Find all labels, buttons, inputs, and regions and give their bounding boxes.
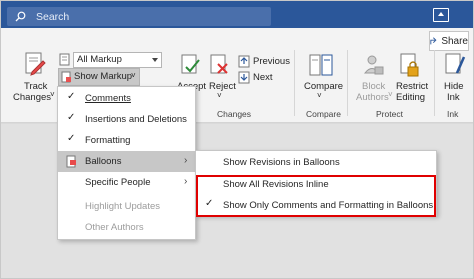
menu-item-label: Other Authors	[85, 222, 144, 233]
submenu-arrow-icon: ›	[184, 176, 188, 187]
markup-view-dropdown[interactable]: All Markup	[73, 52, 162, 68]
track-changes-label-1: Track	[24, 81, 48, 92]
compare-button-label: Compare	[304, 81, 344, 92]
ribbon-display-options-icon[interactable]	[433, 8, 449, 22]
menu-item-specific-people[interactable]: Specific People ›	[58, 172, 195, 193]
block-authors-label-2: Authors	[356, 92, 389, 103]
display-for-review-icon	[59, 53, 70, 66]
hide-ink-icon[interactable]	[444, 53, 466, 79]
menu-item-label: Balloons	[85, 156, 122, 167]
checkmark-icon: ✓	[67, 91, 76, 102]
reject-chevron-icon[interactable]: ˅	[217, 91, 222, 100]
compare-icon[interactable]	[308, 53, 334, 79]
menu-item-formatting[interactable]: ✓ Formatting	[58, 130, 195, 151]
show-markup-chevron-icon: ˅	[131, 71, 136, 80]
block-authors-icon[interactable]	[363, 53, 385, 79]
menu-item-insertions-deletions[interactable]: ✓ Insertions and Deletions	[58, 109, 195, 130]
restrict-editing-label-2: Editing	[396, 92, 426, 103]
track-changes-icon[interactable]	[23, 52, 47, 78]
share-icon	[430, 37, 437, 45]
show-markup-icon	[61, 71, 71, 83]
restrict-editing-icon[interactable]	[399, 53, 421, 79]
menu-item-other-authors: Other Authors	[58, 217, 195, 238]
search-icon	[15, 11, 26, 22]
highlight-annotation-box	[196, 175, 436, 217]
submenu-arrow-icon: ›	[184, 155, 188, 166]
menu-item-label: Formatting	[85, 135, 131, 146]
menu-item-label: Highlight Updates	[85, 201, 160, 212]
changes-group-label: Changes	[217, 109, 252, 119]
menu-item-balloons[interactable]: Balloons ›	[58, 151, 195, 172]
track-changes-chevron-icon[interactable]: ˅	[50, 90, 55, 99]
compare-chevron-icon[interactable]: ˅	[317, 91, 322, 100]
balloons-icon	[66, 155, 76, 168]
share-label: Share	[441, 35, 468, 47]
hide-ink-label-1: Hide	[444, 81, 464, 92]
markup-view-value: All Markup	[77, 54, 122, 65]
show-markup-label: Show Markup	[74, 71, 133, 82]
share-button[interactable]: Share	[429, 31, 469, 51]
search-box[interactable]: Search	[7, 7, 271, 26]
search-placeholder: Search	[36, 10, 70, 23]
block-authors-label-1: Block	[362, 81, 386, 92]
previous-icon[interactable]	[238, 55, 251, 68]
restrict-editing-label-1: Restrict	[396, 81, 429, 92]
menu-item-highlight-updates: Highlight Updates	[58, 196, 195, 217]
group-separator	[434, 50, 435, 116]
menu-item-label: Insertions and Deletions	[85, 114, 187, 125]
next-icon[interactable]	[238, 71, 251, 84]
show-markup-button[interactable]: Show Markup ˅	[58, 68, 140, 86]
compare-group-label: Compare	[306, 109, 341, 119]
dropdown-arrow-icon	[152, 58, 158, 62]
block-authors-chevron-icon: ˅	[388, 90, 393, 99]
title-bar: Search	[1, 1, 473, 28]
menu-item-label: Comments	[85, 93, 131, 104]
reject-label: Reject	[209, 81, 236, 92]
submenu-item-label: Show Revisions in Balloons	[223, 157, 340, 168]
checkmark-icon: ✓	[67, 133, 76, 144]
submenu-item-show-revisions-in-balloons[interactable]: Show Revisions in Balloons	[196, 152, 436, 173]
menu-item-label: Specific People	[85, 177, 151, 188]
show-markup-menu: ✓ Comments ✓ Insertions and Deletions ✓ …	[57, 86, 196, 240]
menu-item-comments[interactable]: ✓ Comments	[58, 88, 195, 109]
checkmark-icon: ✓	[67, 112, 76, 123]
track-changes-label-2: Changes	[13, 92, 52, 103]
accept-icon[interactable]	[180, 54, 202, 78]
group-separator	[347, 50, 348, 116]
protect-group-label: Protect	[376, 109, 403, 119]
group-separator	[294, 50, 295, 116]
hide-ink-label-2: Ink	[447, 92, 460, 103]
previous-label[interactable]: Previous	[253, 56, 290, 67]
ink-group-label: Ink	[447, 109, 459, 119]
reject-icon[interactable]	[209, 54, 231, 78]
next-label[interactable]: Next	[253, 72, 273, 83]
